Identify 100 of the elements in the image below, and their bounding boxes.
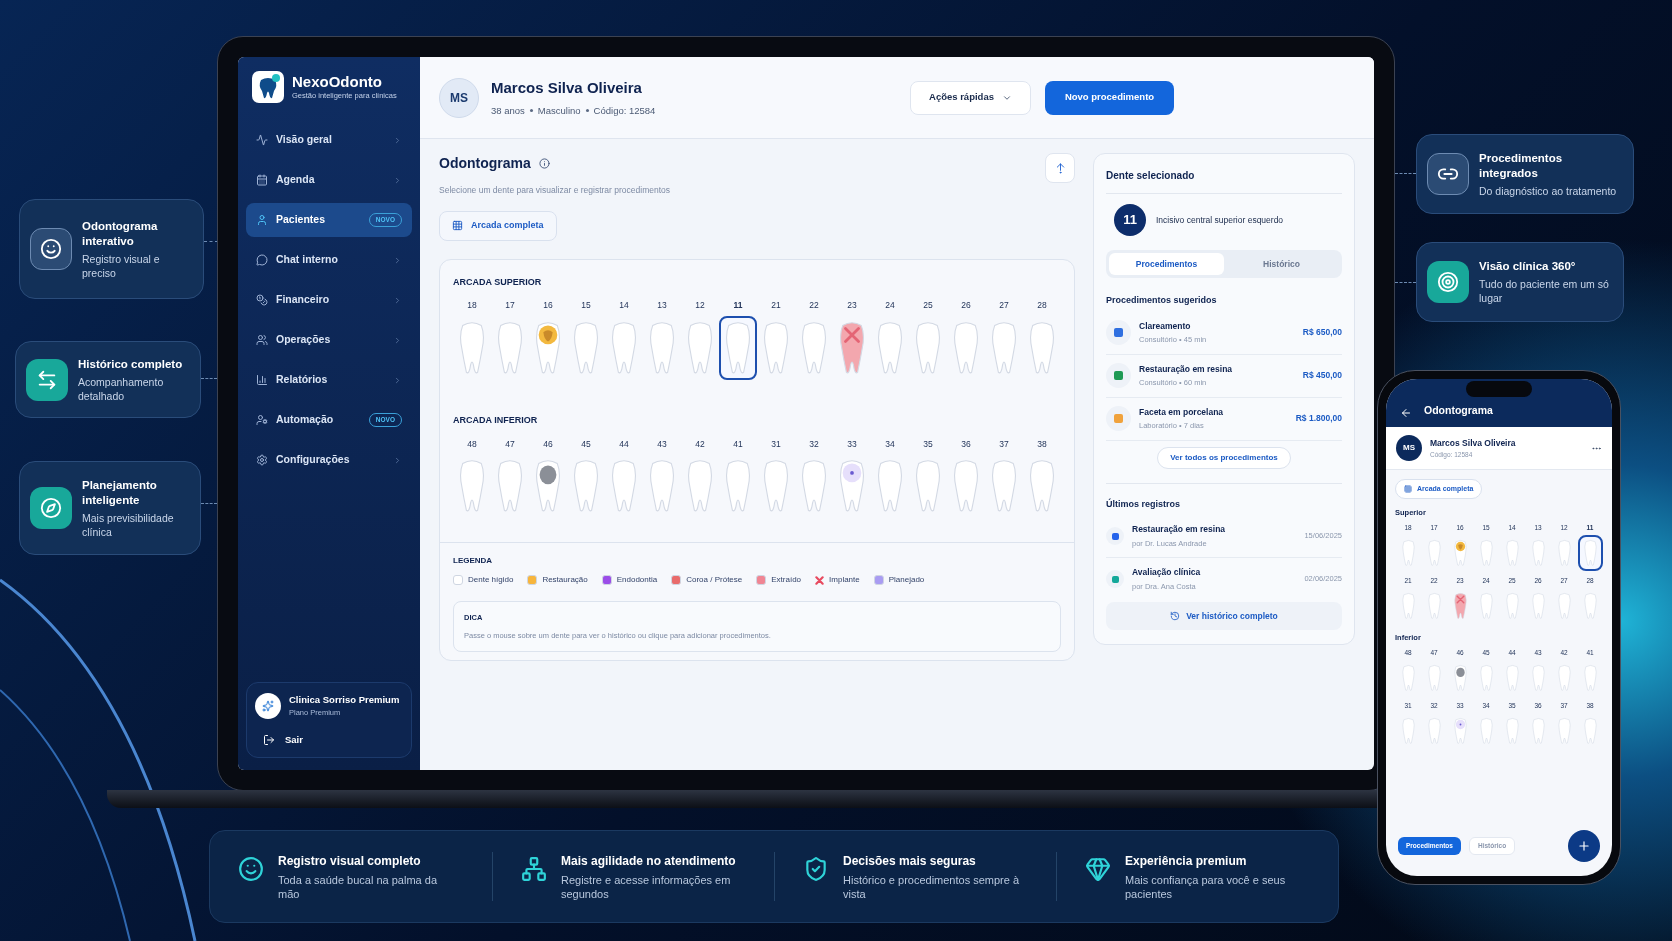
tooth-number: 28 (1037, 299, 1047, 312)
settings-icon (256, 454, 268, 466)
activity-icon (256, 134, 268, 146)
tab[interactable]: Histórico (1224, 253, 1339, 275)
callout-title: Histórico completo (78, 356, 184, 372)
gem-icon (1085, 856, 1111, 882)
brand-name: NexoOdonto (292, 73, 383, 91)
tooth-number: 17 (505, 299, 515, 312)
panel-title: Dente selecionado (1106, 169, 1196, 183)
section-subtitle: Selecione um dente para visualizar e registrar procedimentos (439, 184, 671, 197)
record-name: Avaliação clínica (1132, 566, 1202, 579)
subsection-title: Procedimentos sugeridos (1106, 294, 1218, 307)
quick-actions-button[interactable]: Ações rápidas (910, 80, 1031, 115)
bullet-separator (529, 109, 533, 113)
grid-icon (452, 220, 463, 232)
info-icon (538, 158, 550, 169)
arch-title: ARCADA SUPERIOR (453, 275, 543, 289)
tooth-number: 33 (847, 437, 857, 451)
tooth-description: Incisivo central superior esquerdo (1156, 213, 1284, 227)
tooth-number: 18 (467, 299, 477, 312)
callout-title: Planejamento inteligente (82, 477, 158, 508)
feature-text: Mais confiança para você e seus pacientes (1125, 873, 1287, 901)
callout-title: Visão clínica 360° (1479, 259, 1577, 274)
chevron-icon (393, 295, 402, 305)
legend-label: Implante (829, 574, 860, 587)
tooth-number: 43 (657, 437, 667, 451)
legend-label: Coroa / Prótese (686, 574, 743, 587)
patient-name: Marcos Silva Oliveira (1430, 436, 1517, 450)
logo-icon (252, 71, 284, 103)
bullet-separator (585, 109, 589, 113)
patient-name: Marcos Silva Oliveira (491, 78, 643, 99)
nav-item[interactable]: Agenda (246, 163, 412, 197)
tooth-number: 36 (961, 437, 971, 451)
user-icon (256, 214, 268, 226)
patient-avatar: MS (1396, 435, 1422, 461)
tooth-number: 25 (923, 299, 933, 312)
nav-item[interactable]: Operações (246, 323, 412, 357)
sparkle-icon (262, 699, 274, 712)
users-icon (256, 334, 268, 346)
legend-label: Extraído (771, 574, 802, 587)
callout-title: Odontograma interativo (82, 218, 159, 249)
procedure-price: R$ 450,00 (1302, 369, 1342, 382)
view-all-button[interactable]: Ver todos os procedimentos (1157, 446, 1291, 469)
new-procedure-button[interactable]: Novo procedimento (1045, 80, 1174, 115)
upload-icon (1054, 162, 1066, 174)
callout-text: Registro visual e preciso (82, 251, 161, 280)
feature-text: Toda a saúde bucal na palma da mão (278, 873, 438, 901)
chevron-icon (393, 375, 402, 385)
tooth-number: 44 (619, 437, 629, 451)
tooth-number: 31 (771, 437, 781, 451)
tooth-number: 27 (999, 299, 1009, 312)
tooth-number: 16 (543, 299, 553, 312)
back-arrow-icon[interactable] (1400, 407, 1412, 419)
feature-title: Registro visual completo (278, 853, 422, 870)
history-icon (1170, 611, 1181, 621)
phone-notch (1466, 381, 1532, 397)
tooth-number: 14 (619, 299, 629, 312)
procedure-name: Faceta em porcelana (1139, 405, 1225, 419)
nav-item[interactable]: Visão geral (246, 123, 412, 157)
patient-avatar: MS (439, 77, 479, 118)
tooth-number: 48 (467, 437, 477, 451)
add-button[interactable] (1568, 830, 1600, 862)
chevron-icon (393, 135, 402, 145)
nav-item[interactable]: Financeiro (246, 283, 412, 317)
tab[interactable]: Procedimentos (1109, 253, 1224, 275)
nav-item[interactable]: Configurações (246, 443, 412, 477)
tooth-number: 15 (581, 299, 591, 312)
legend-label: Restauração (542, 574, 588, 587)
tooth-number: 22 (809, 299, 819, 312)
chevron-icon (393, 175, 402, 185)
grid-icon (1404, 485, 1412, 493)
tooth-number: 41 (733, 437, 743, 451)
chevron-icon (393, 255, 402, 265)
tooth-number: 13 (657, 299, 667, 312)
section-title: Odontograma (439, 154, 531, 173)
feature-title: Experiência premium (1125, 853, 1248, 870)
full-arch-button[interactable]: Arcada completa (439, 210, 557, 241)
feature-text: Registre e acesse informações em segundos (561, 873, 732, 901)
procedure-name: Restauração em resina (1139, 362, 1234, 376)
procedure-name: Clareamento (1139, 319, 1192, 333)
tooth-number: 47 (505, 437, 515, 451)
feature-text: Histórico e procedimentos sempre à vista (843, 873, 1021, 901)
tooth-number: 42 (695, 437, 705, 451)
tooth-number: 11 (733, 299, 743, 312)
upload-button[interactable] (1045, 153, 1075, 183)
tooth-number: 46 (543, 437, 553, 451)
tooth-number: 45 (581, 437, 591, 451)
calendar-icon (256, 174, 268, 186)
phone-title: Odontograma (1424, 403, 1493, 419)
chat-icon (256, 254, 268, 266)
callout-text: Do diagnóstico ao tratamento (1479, 183, 1618, 198)
clinic-name: Clinica Sorriso Premium (289, 693, 400, 707)
compass-icon (40, 497, 62, 519)
nav-item[interactable]: Chat interno (246, 243, 412, 277)
tooth-button[interactable] (1577, 535, 1603, 571)
history-link-button[interactable]: Ver histórico completo (1106, 602, 1342, 630)
nav-item[interactable]: Relatórios (246, 363, 412, 397)
tooth-number: 23 (847, 299, 857, 312)
plus-icon (1577, 839, 1591, 853)
logout-button[interactable]: Sair (255, 732, 403, 747)
